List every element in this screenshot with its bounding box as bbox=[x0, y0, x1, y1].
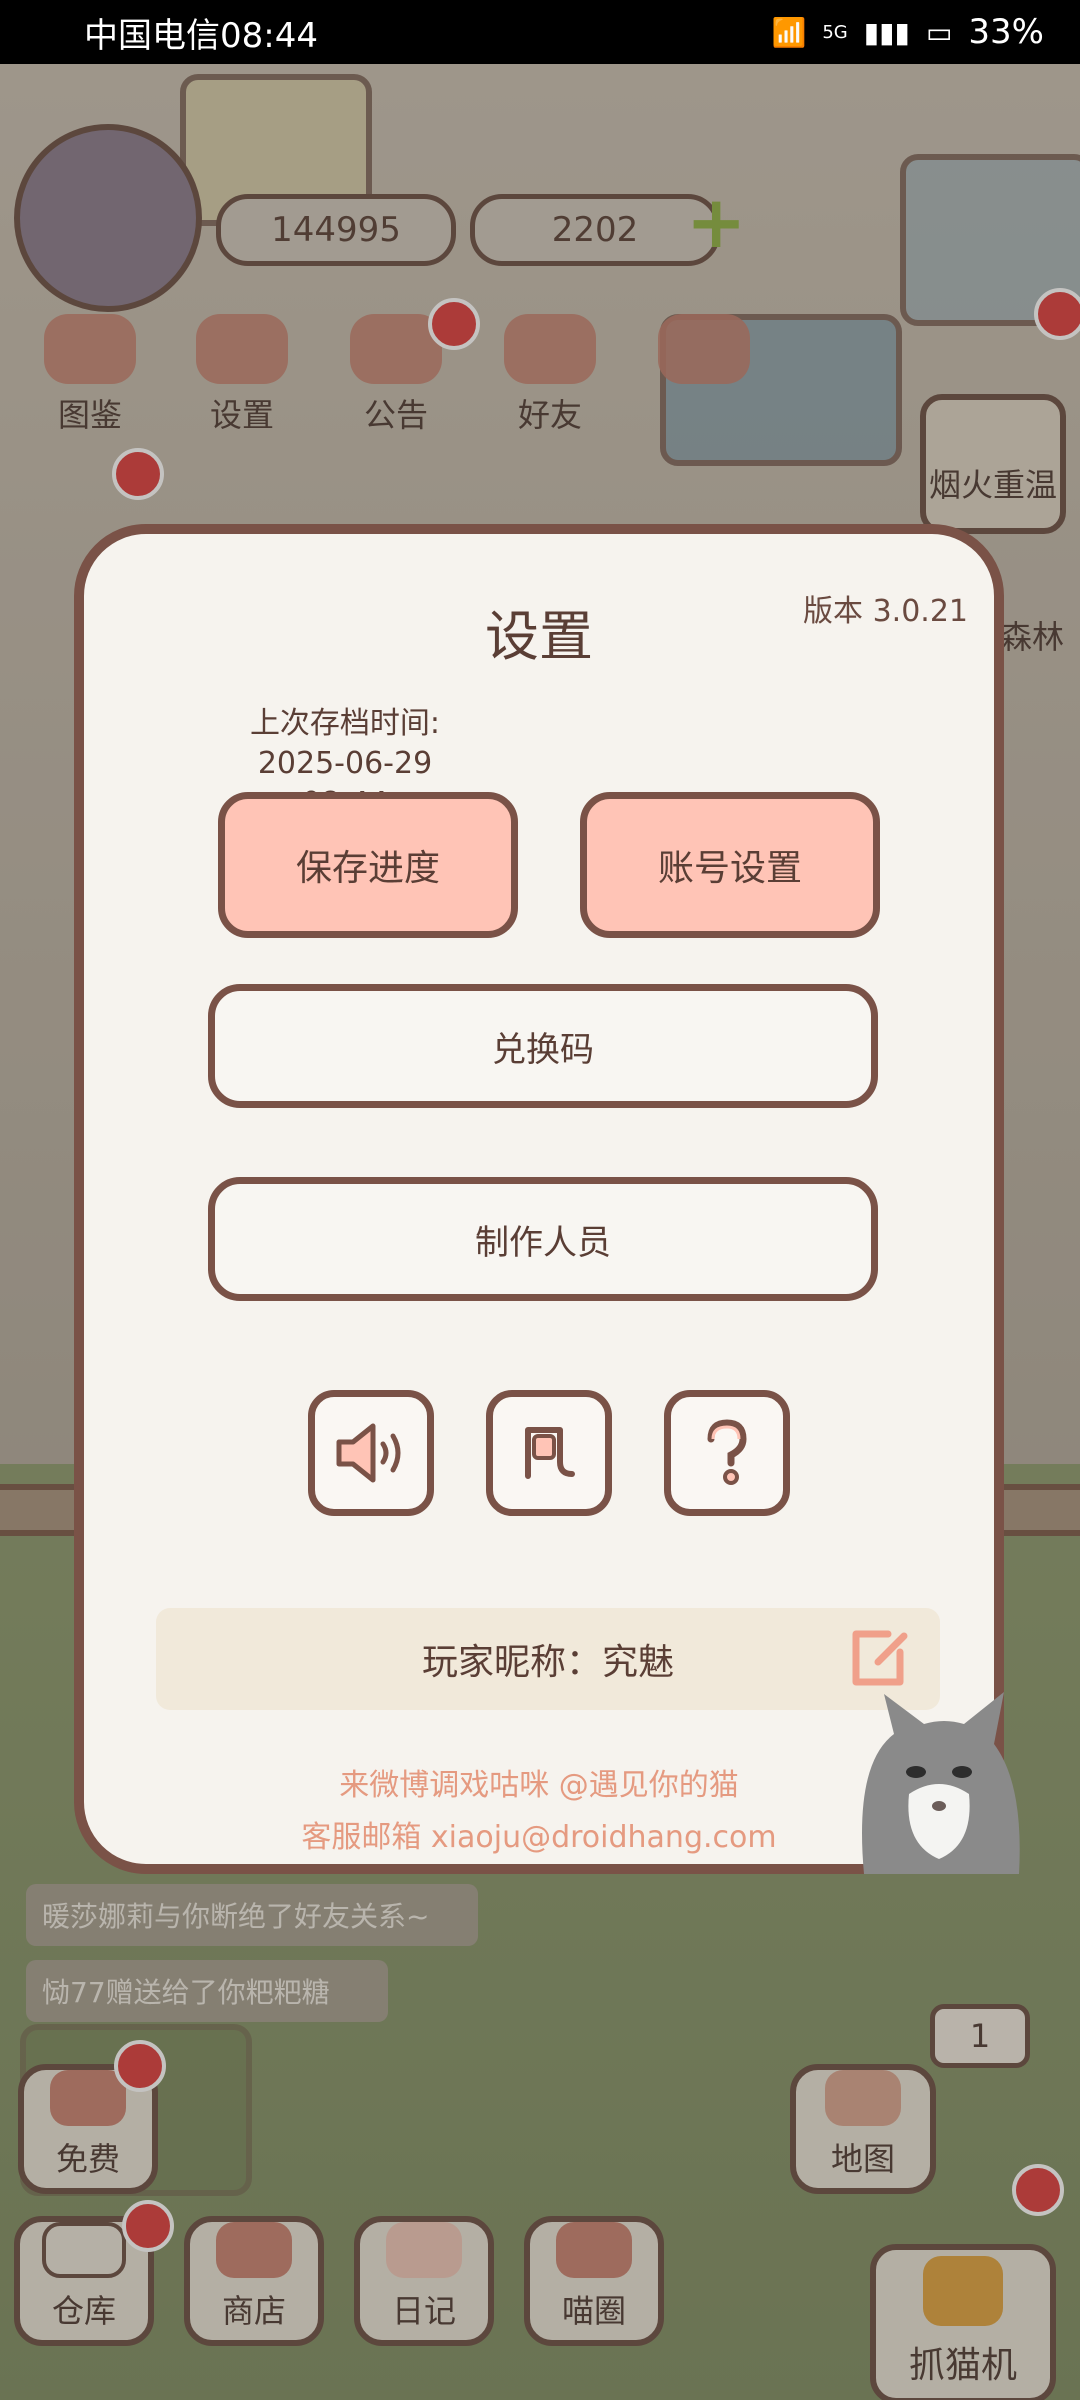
help-icon bbox=[707, 1419, 747, 1485]
settings-dialog: 设置 版本 3.0.21 上次存档时间: 2025-06-29 08:44 保存… bbox=[74, 524, 1020, 1874]
signal-icon: ▮▮▮ bbox=[863, 15, 910, 49]
last-save-label: 上次存档时间: bbox=[249, 706, 441, 741]
account-settings-button[interactable]: 账号设置 bbox=[580, 792, 880, 938]
wifi-icon: 📶 bbox=[771, 15, 807, 49]
edit-icon[interactable] bbox=[848, 1626, 912, 1690]
cat-photo bbox=[862, 1692, 1020, 1874]
music-button[interactable] bbox=[486, 1390, 612, 1516]
sound-button[interactable] bbox=[308, 1390, 434, 1516]
save-progress-button[interactable]: 保存进度 bbox=[218, 792, 518, 938]
nickname-label: 玩家昵称：究魅 bbox=[421, 1642, 674, 1683]
redeem-code-label: 兑换码 bbox=[492, 1029, 594, 1070]
credits-button[interactable]: 制作人员 bbox=[208, 1177, 878, 1301]
redeem-code-button[interactable]: 兑换码 bbox=[208, 984, 878, 1108]
version-label: 版本 3.0.21 bbox=[803, 594, 968, 629]
network-label: 5G bbox=[822, 21, 848, 43]
status-bar: 中国电信08:44 📶 5G ▮▮▮ ▭ 33% bbox=[0, 0, 1080, 64]
carrier-time: 中国电信08:44 bbox=[84, 15, 318, 56]
nickname-bar[interactable]: 玩家昵称：究魅 bbox=[156, 1608, 940, 1710]
save-progress-label: 保存进度 bbox=[295, 848, 440, 889]
status-icons: 📶 5G ▮▮▮ ▭ 33% bbox=[771, 12, 1044, 52]
battery-icon: ▭ bbox=[925, 15, 953, 49]
account-settings-label: 账号设置 bbox=[657, 848, 802, 889]
battery-percent: 33% bbox=[968, 12, 1044, 52]
music-icon bbox=[525, 1427, 575, 1479]
sound-icon bbox=[336, 1423, 401, 1483]
credits-label: 制作人员 bbox=[475, 1222, 611, 1263]
help-button[interactable] bbox=[664, 1390, 790, 1516]
